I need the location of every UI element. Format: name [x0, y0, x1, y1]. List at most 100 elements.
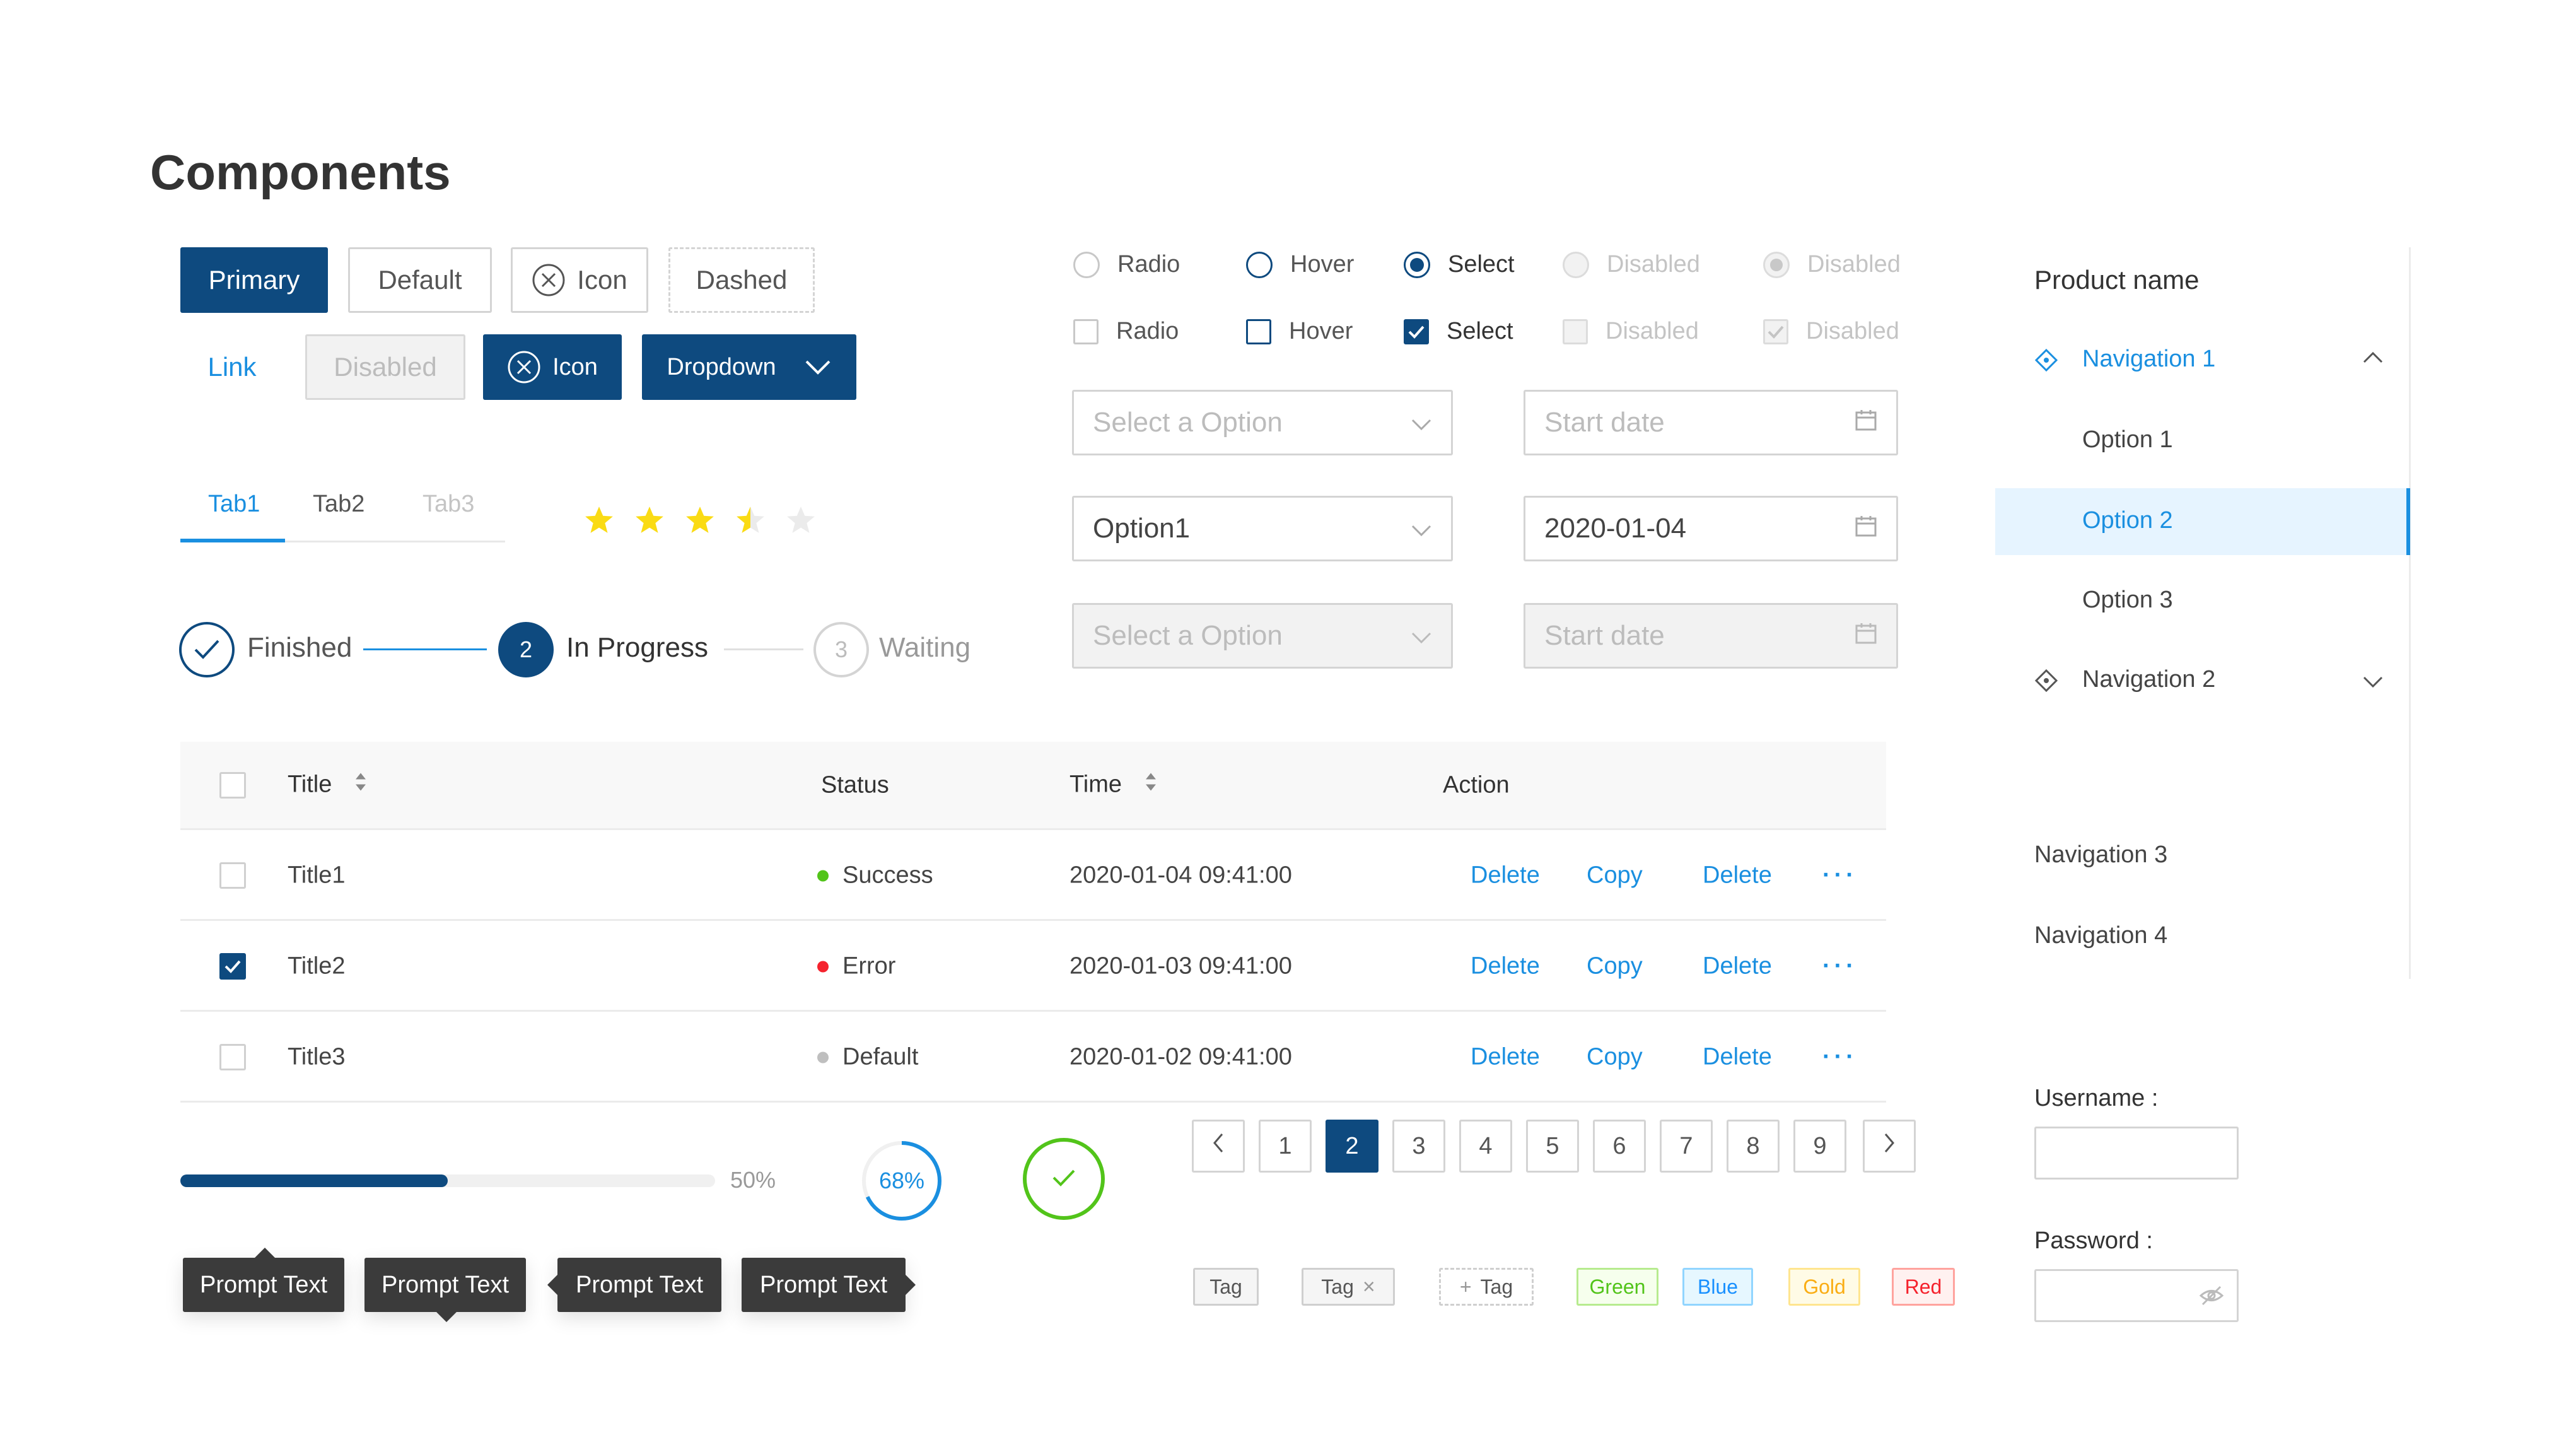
nav-item-4[interactable]: Navigation 4 — [2034, 922, 2167, 949]
date-picker-placeholder[interactable]: Start date — [1524, 390, 1898, 455]
tag-label: Green — [1589, 1275, 1646, 1298]
tooltip-arrow — [547, 1275, 557, 1295]
status-dot — [817, 870, 829, 882]
page-3-button[interactable]: 3 — [1392, 1120, 1445, 1173]
nav-item-1[interactable]: Navigation 1 — [2034, 341, 2387, 381]
more-icon[interactable]: ··· — [1822, 862, 1858, 889]
delete-link[interactable]: Delete — [1703, 862, 1772, 889]
nav-item-3[interactable]: Navigation 3 — [2034, 841, 2167, 869]
disabled-button: Disabled — [305, 334, 465, 400]
menu-option-2-selected[interactable]: Option 2 — [1995, 488, 2410, 555]
page-9-button[interactable]: 9 — [1793, 1120, 1846, 1173]
chevron-up-icon — [2362, 351, 2384, 368]
progress-circle-label: 68% — [878, 1168, 925, 1193]
row-checkbox[interactable] — [219, 862, 246, 889]
icon-button[interactable]: Icon — [511, 247, 648, 313]
date-picker-filled[interactable]: 2020-01-04 — [1524, 496, 1898, 561]
more-icon[interactable]: ··· — [1822, 952, 1858, 980]
menu-option-3[interactable]: Option 3 — [2082, 587, 2173, 614]
tag-red: Red — [1892, 1268, 1955, 1306]
checkbox-box — [1404, 319, 1429, 344]
row-checkbox[interactable] — [219, 1043, 246, 1070]
default-button[interactable]: Default — [348, 247, 492, 313]
more-icon[interactable]: ··· — [1822, 1043, 1858, 1070]
progress-circle: 68% — [859, 1138, 945, 1224]
tab-1[interactable]: Tab1 — [208, 491, 260, 518]
delete-link[interactable]: Delete — [1471, 862, 1540, 889]
select-filled[interactable]: Option1 — [1072, 496, 1453, 561]
calendar-icon — [1855, 620, 1877, 652]
radio-hover[interactable]: Hover — [1246, 251, 1354, 278]
prev-page-button[interactable] — [1192, 1120, 1245, 1173]
row-status: Error — [817, 952, 895, 980]
check-icon — [1051, 1168, 1076, 1191]
star-icon[interactable] — [583, 505, 615, 538]
tag-label: Tag — [1480, 1275, 1513, 1298]
icon-primary-button-label: Icon — [552, 353, 598, 380]
radio-circle — [1404, 251, 1430, 278]
tab-2[interactable]: Tab2 — [313, 491, 364, 518]
copy-link[interactable]: Copy — [1587, 1043, 1643, 1070]
checkbox-default[interactable]: Radio — [1073, 318, 1179, 345]
close-icon[interactable]: × — [1363, 1275, 1375, 1299]
page-2-button[interactable]: 2 — [1326, 1120, 1378, 1173]
delete-link[interactable]: Delete — [1471, 1043, 1540, 1070]
tabs: Tab1 Tab2 Tab3 — [180, 479, 505, 542]
copy-link[interactable]: Copy — [1587, 952, 1643, 980]
chevron-left-icon — [1212, 1132, 1225, 1160]
dashed-button[interactable]: Dashed — [668, 247, 815, 313]
date-disabled-text: Start date — [1544, 620, 1665, 651]
checkbox-box — [1763, 319, 1788, 344]
dropdown-button[interactable]: Dropdown — [642, 334, 856, 400]
column-action: Action — [1443, 771, 1510, 798]
delete-link[interactable]: Delete — [1471, 952, 1540, 980]
add-tag-button[interactable]: + Tag — [1439, 1268, 1534, 1306]
username-label: Username : — [2034, 1085, 2159, 1111]
date-placeholder-text: Start date — [1544, 407, 1665, 438]
step-finished-label: Finished — [247, 632, 353, 663]
menu-option-1[interactable]: Option 1 — [2082, 426, 2173, 454]
username-input[interactable] — [2034, 1127, 2239, 1180]
tag-closable: Tag × — [1302, 1268, 1395, 1306]
primary-button[interactable]: Primary — [180, 247, 328, 313]
star-icon[interactable] — [735, 505, 766, 538]
column-title[interactable]: Title — [288, 771, 368, 799]
progress-circle-success — [1023, 1138, 1105, 1220]
nav-item-2[interactable]: Navigation 2 — [2034, 661, 2387, 701]
page-4-button[interactable]: 4 — [1459, 1120, 1512, 1173]
calendar-icon — [1855, 407, 1877, 438]
star-icon[interactable] — [684, 505, 716, 538]
checkbox-hover[interactable]: Hover — [1246, 318, 1353, 345]
column-time[interactable]: Time — [1069, 771, 1158, 799]
star-icon[interactable] — [634, 505, 665, 538]
delete-link[interactable]: Delete — [1703, 1043, 1772, 1070]
eye-invisible-icon[interactable] — [2199, 1285, 2224, 1309]
checkbox-box — [1073, 319, 1099, 344]
star-icon[interactable] — [785, 505, 817, 538]
tooltip-text: Prompt Text — [199, 1271, 328, 1298]
row-status: Success — [817, 862, 933, 889]
page-7-button[interactable]: 7 — [1660, 1120, 1713, 1173]
select-placeholder[interactable]: Select a Option — [1072, 390, 1453, 455]
page-6-button[interactable]: 6 — [1593, 1120, 1646, 1173]
icon-primary-button[interactable]: Icon — [483, 334, 622, 400]
step-process-label: In Progress — [566, 632, 708, 663]
page-8-button[interactable]: 8 — [1727, 1120, 1780, 1173]
rate[interactable] — [583, 505, 817, 538]
dashed-button-label: Dashed — [696, 265, 788, 295]
copy-link[interactable]: Copy — [1587, 862, 1643, 889]
page-1-button[interactable]: 1 — [1259, 1120, 1312, 1173]
checkbox-box — [1246, 319, 1271, 344]
page-title: Components — [150, 144, 451, 200]
checkbox-selected[interactable]: Select — [1404, 318, 1513, 345]
delete-link[interactable]: Delete — [1703, 952, 1772, 980]
radio-default[interactable]: Radio — [1073, 251, 1180, 278]
radio-selected[interactable]: Select — [1404, 251, 1515, 278]
select-all-checkbox[interactable] — [219, 771, 246, 799]
password-input[interactable] — [2034, 1269, 2239, 1322]
next-page-button[interactable] — [1863, 1120, 1916, 1173]
radio-label: Disabled — [1807, 251, 1901, 278]
row-checkbox[interactable] — [219, 952, 246, 980]
page-5-button[interactable]: 5 — [1526, 1120, 1579, 1173]
link-button[interactable]: Link — [180, 334, 284, 400]
